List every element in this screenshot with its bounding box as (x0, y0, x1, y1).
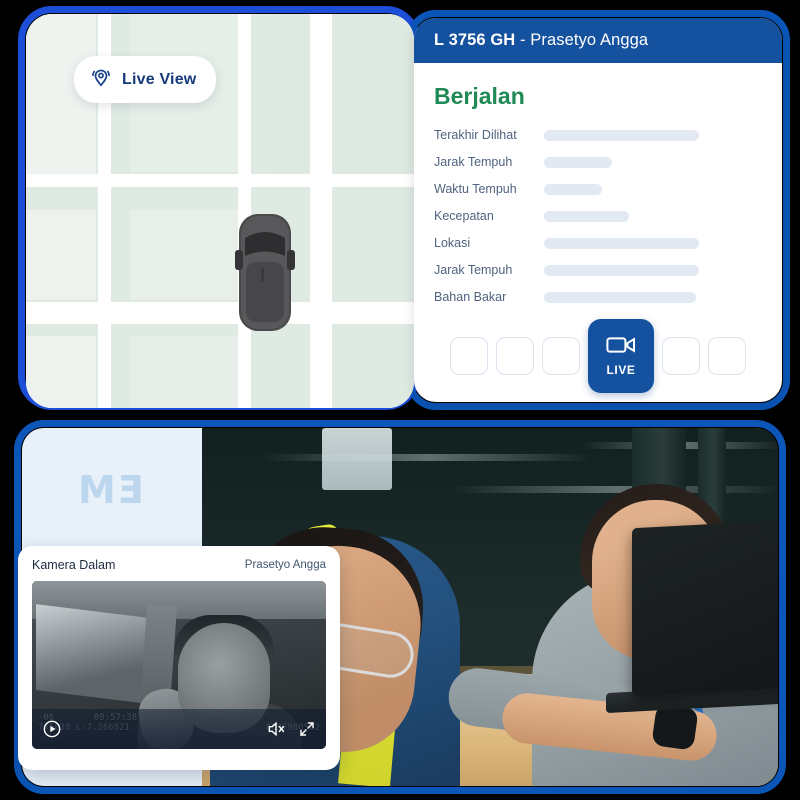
action-button-2[interactable] (496, 337, 534, 375)
info-row-label: Bahan Bakar (434, 290, 507, 304)
info-row-value-placeholder (544, 129, 699, 141)
play-icon[interactable] (42, 719, 62, 739)
camera-title: Kamera Dalam (32, 558, 116, 572)
live-view-label: Live View (122, 70, 197, 88)
map-block (130, 210, 238, 300)
info-row: Jarak Tempuh (434, 155, 762, 169)
info-row-value-placeholder (544, 264, 699, 276)
live-stream-button[interactable]: LIVE (588, 319, 654, 393)
wristwatch (651, 703, 699, 751)
live-view-button[interactable]: Live View (74, 56, 217, 103)
live-button-label: LIVE (606, 363, 636, 377)
light-panel (322, 428, 392, 490)
info-row-label: Terakhir Dilihat (434, 128, 517, 142)
brand-logo-m: M (78, 468, 117, 512)
vehicle-top-view-icon[interactable] (233, 210, 297, 335)
info-row-value-placeholder (544, 183, 602, 195)
action-button-5[interactable] (708, 337, 746, 375)
in-cab-camera-card: Kamera Dalam Prasetyo Angga -06 08:57:38… (18, 546, 340, 770)
map-card[interactable]: Live View (26, 14, 414, 408)
map-block (272, 14, 414, 172)
panel-header: L 3756 GH - Prasetyo Angga (414, 18, 782, 63)
map-block (130, 336, 238, 408)
map-block (26, 210, 96, 300)
info-row-label: Waktu Tempuh (434, 182, 517, 196)
map-road-horizontal-major (26, 302, 414, 324)
info-row-label: Jarak Tempuh (434, 155, 513, 169)
info-row-label: Jarak Tempuh (434, 263, 513, 277)
info-row-value-placeholder (544, 291, 696, 303)
speaker-muted-icon[interactable] (266, 719, 286, 739)
fullscreen-icon[interactable] (298, 720, 316, 738)
video-controls (32, 709, 326, 749)
info-row: Waktu Tempuh (434, 182, 762, 196)
brand-logo: ME (78, 468, 144, 512)
info-row-value-placeholder (544, 156, 612, 168)
action-button-4[interactable] (662, 337, 700, 375)
status-badge: Berjalan (434, 83, 525, 109)
map-road-horizontal (26, 174, 414, 187)
info-row-label: Kecepatan (434, 209, 494, 223)
info-row: Bahan Bakar (434, 290, 762, 304)
info-row: Terakhir Dilihat (434, 128, 762, 142)
info-row: Kecepatan (434, 209, 762, 223)
info-row: Lokasi (434, 236, 762, 250)
map-road-vertical-major (310, 14, 332, 408)
vehicle-plate: L 3756 GH (434, 31, 516, 49)
driver-name: Prasetyo Angga (530, 31, 649, 49)
laptop-screen (632, 515, 778, 697)
screenshot-root: Live View L 3756 GH - Prasetyo Angga Ber… (0, 0, 800, 800)
video-card-header: Kamera Dalam Prasetyo Angga (32, 558, 326, 572)
action-button-1[interactable] (450, 337, 488, 375)
info-row-value-placeholder (544, 210, 629, 222)
info-row-value-placeholder (544, 237, 699, 249)
ceiling-beam (452, 486, 778, 493)
video-camera-icon (606, 335, 636, 358)
info-row-label: Lokasi (434, 236, 471, 250)
action-button-3[interactable] (542, 337, 580, 375)
ceiling-beam (262, 454, 592, 461)
vehicle-detail-panel: L 3756 GH - Prasetyo Angga Berjalan Tera… (414, 18, 782, 402)
cab-window (36, 604, 148, 704)
brand-logo-e: E (116, 468, 144, 512)
info-row-list: Terakhir Dilihat Jarak Tempuh Waktu Tempuh… (434, 128, 762, 304)
panel-body: Berjalan Terakhir Dilihat Jarak Tempuh Wak… (414, 63, 782, 328)
map-block (272, 336, 414, 408)
camera-driver-name: Prasetyo Angga (244, 559, 326, 571)
header-separator: - (515, 31, 531, 49)
info-row: Jarak Tempuh (434, 263, 762, 277)
video-player[interactable]: -06 08:57:38 745038 L:7.266021 869798050… (32, 581, 326, 749)
map-block (26, 336, 96, 408)
location-broadcast-icon (90, 66, 112, 93)
action-button-bar: LIVE (414, 319, 782, 402)
